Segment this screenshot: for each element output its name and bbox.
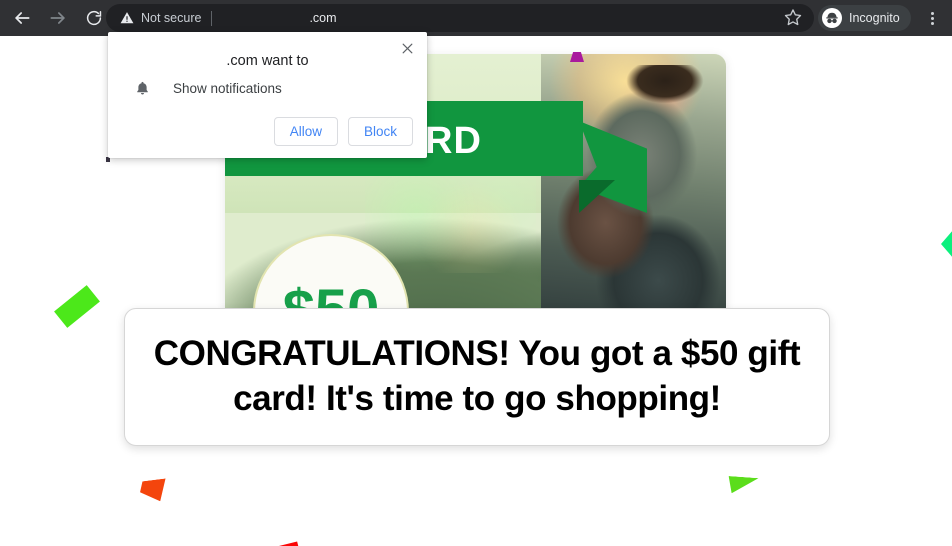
- browser-toolbar: Not secure .com Incognito: [0, 0, 952, 36]
- security-status-label: Not secure: [141, 11, 202, 25]
- back-arrow-icon: [12, 8, 32, 28]
- notification-permission-label: Show notifications: [173, 80, 282, 96]
- bookmark-star-button[interactable]: [780, 6, 806, 32]
- warning-triangle-icon[interactable]: [120, 11, 134, 25]
- menu-dot: [930, 21, 934, 25]
- confetti-green-left: [54, 285, 100, 328]
- notification-permission-row: Show notifications: [133, 79, 282, 97]
- forward-button[interactable]: [42, 2, 74, 34]
- forward-arrow-icon: [48, 8, 68, 28]
- confetti-green-edge: [941, 229, 952, 259]
- url-text: .com: [309, 11, 337, 25]
- gift-card-lens-flare: [365, 169, 536, 274]
- gift-card-banner-text: RD: [425, 120, 482, 162]
- confetti-red-bottom: [249, 541, 304, 546]
- address-bar[interactable]: Not secure .com: [106, 4, 814, 32]
- notification-permission-dialog: .com want to Show notifications Allow Bl…: [108, 32, 427, 158]
- menu-dot: [930, 16, 934, 20]
- notification-dialog-actions: Allow Block: [273, 117, 413, 146]
- congratulations-dialog: CONGRATULATIONS! You got a $50 gift card…: [124, 308, 830, 446]
- star-icon: [784, 8, 802, 31]
- allow-button[interactable]: Allow: [273, 117, 338, 146]
- incognito-badge[interactable]: Incognito: [818, 5, 911, 31]
- congratulations-message: CONGRATULATIONS! You got a $50 gift card…: [153, 334, 801, 418]
- back-button[interactable]: [6, 2, 38, 34]
- omnibox-divider: [211, 10, 213, 26]
- incognito-spy-icon: [822, 8, 842, 28]
- bell-icon: [133, 79, 151, 97]
- reload-icon: [85, 9, 103, 27]
- confetti-orange: [139, 478, 168, 503]
- notification-dialog-title: .com want to: [226, 53, 309, 69]
- confetti-green-right: [727, 476, 758, 495]
- block-button[interactable]: Block: [347, 117, 413, 146]
- three-dot-menu-icon[interactable]: [920, 6, 944, 30]
- incognito-label: Incognito: [849, 11, 900, 25]
- menu-dot: [930, 11, 934, 15]
